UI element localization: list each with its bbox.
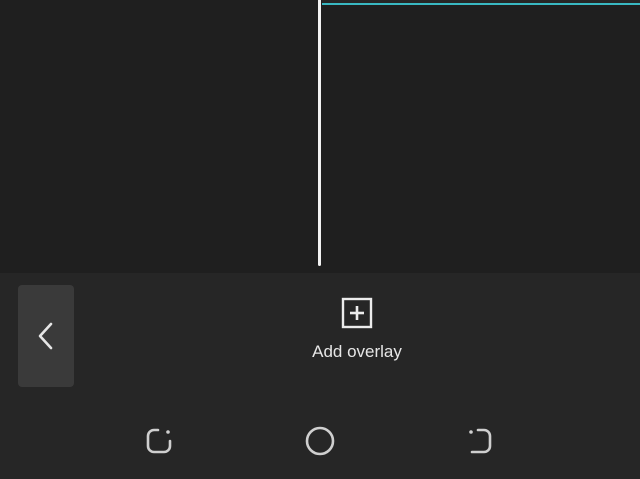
plus-square-icon	[341, 297, 373, 329]
add-overlay-button[interactable]: Add overlay	[297, 297, 417, 371]
recent-apps-button[interactable]	[142, 423, 178, 459]
back-button[interactable]	[18, 285, 74, 387]
system-navigation-bar	[0, 401, 640, 479]
bottom-toolbar: Add overlay	[0, 273, 640, 401]
add-overlay-label: Add overlay	[312, 342, 402, 361]
home-button[interactable]	[302, 423, 338, 459]
timeline-area[interactable]	[0, 0, 640, 273]
playhead[interactable]	[318, 0, 321, 266]
chevron-left-icon	[38, 322, 53, 350]
system-back-icon	[469, 428, 492, 454]
system-back-button[interactable]	[462, 423, 498, 459]
recent-apps-icon	[146, 428, 172, 454]
home-circle-icon	[305, 426, 335, 456]
overlay-track-clip[interactable]	[322, 0, 640, 5]
editor-screen: Add overlay	[0, 0, 640, 479]
